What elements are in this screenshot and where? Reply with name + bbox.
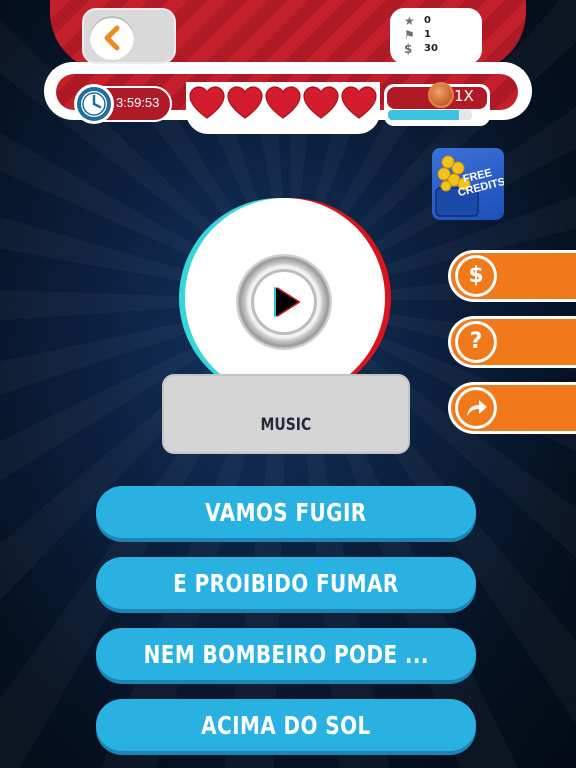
back-button[interactable] bbox=[82, 8, 176, 64]
stat-stars: ★ 0 bbox=[404, 14, 482, 28]
multiplier-progress-bar bbox=[388, 110, 472, 120]
share-arrow-svg bbox=[467, 400, 487, 416]
star-icon: ★ bbox=[404, 14, 415, 28]
dollar-glyph: $ bbox=[458, 258, 494, 294]
answer-option-2[interactable]: E PROIBIDO FUMAR bbox=[96, 557, 476, 609]
answer-option-3[interactable]: NEM BOMBEIRO PODE ... bbox=[96, 628, 476, 680]
heart-icon bbox=[341, 86, 377, 119]
flag-icon: ⚑ bbox=[404, 28, 415, 42]
play-icon bbox=[274, 287, 301, 317]
answer-option-3-label: NEM BOMBEIRO PODE ... bbox=[143, 639, 429, 669]
answer-option-4-label: ACIMA DO SOL bbox=[201, 710, 371, 740]
heart-icon bbox=[189, 86, 225, 119]
coin-icon bbox=[428, 82, 454, 108]
dollar-icon: $ bbox=[404, 42, 413, 56]
multiplier-progress-fill bbox=[388, 110, 460, 120]
stats-panel: ★ 0 ⚑ 1 $ 30 bbox=[390, 8, 482, 64]
answer-option-1-label: VAMOS FUGIR bbox=[205, 497, 367, 527]
multiplier-text: 1X bbox=[454, 87, 474, 105]
timer-text: 3:59:53 bbox=[116, 95, 160, 110]
buy-coins-button[interactable]: $ bbox=[448, 250, 576, 302]
heart-icon bbox=[265, 86, 301, 119]
chevron-left-icon bbox=[90, 16, 134, 60]
answer-option-2-label: E PROIBIDO FUMAR bbox=[173, 568, 399, 598]
stat-money-value: 30 bbox=[424, 43, 438, 54]
play-button-inner bbox=[251, 269, 317, 335]
heart-icon bbox=[303, 86, 339, 119]
category-label-box: MUSIC bbox=[162, 374, 410, 454]
share-arrow-icon bbox=[455, 387, 497, 429]
play-button[interactable] bbox=[238, 256, 330, 348]
stat-flags-value: 1 bbox=[424, 29, 431, 40]
stat-flags: ⚑ 1 bbox=[404, 28, 482, 42]
stat-money: $ 30 bbox=[404, 42, 482, 56]
category-label: MUSIC bbox=[260, 415, 312, 435]
free-credits-button[interactable]: FREE CREDITS bbox=[432, 148, 504, 220]
clock-icon bbox=[74, 84, 114, 124]
share-button[interactable] bbox=[448, 382, 576, 434]
header-stitch-divider bbox=[52, 70, 524, 72]
answer-option-1[interactable]: VAMOS FUGIR bbox=[96, 486, 476, 538]
answer-option-4[interactable]: ACIMA DO SOL bbox=[96, 699, 476, 751]
lives-hearts bbox=[186, 82, 380, 134]
heart-icon bbox=[227, 86, 263, 119]
share-arrow-glyph bbox=[458, 390, 494, 426]
stat-stars-value: 0 bbox=[424, 15, 431, 26]
question-glyph: ? bbox=[458, 324, 494, 360]
dollar-icon: $ bbox=[455, 255, 497, 297]
hint-button[interactable]: ? bbox=[448, 316, 576, 368]
question-icon: ? bbox=[455, 321, 497, 363]
